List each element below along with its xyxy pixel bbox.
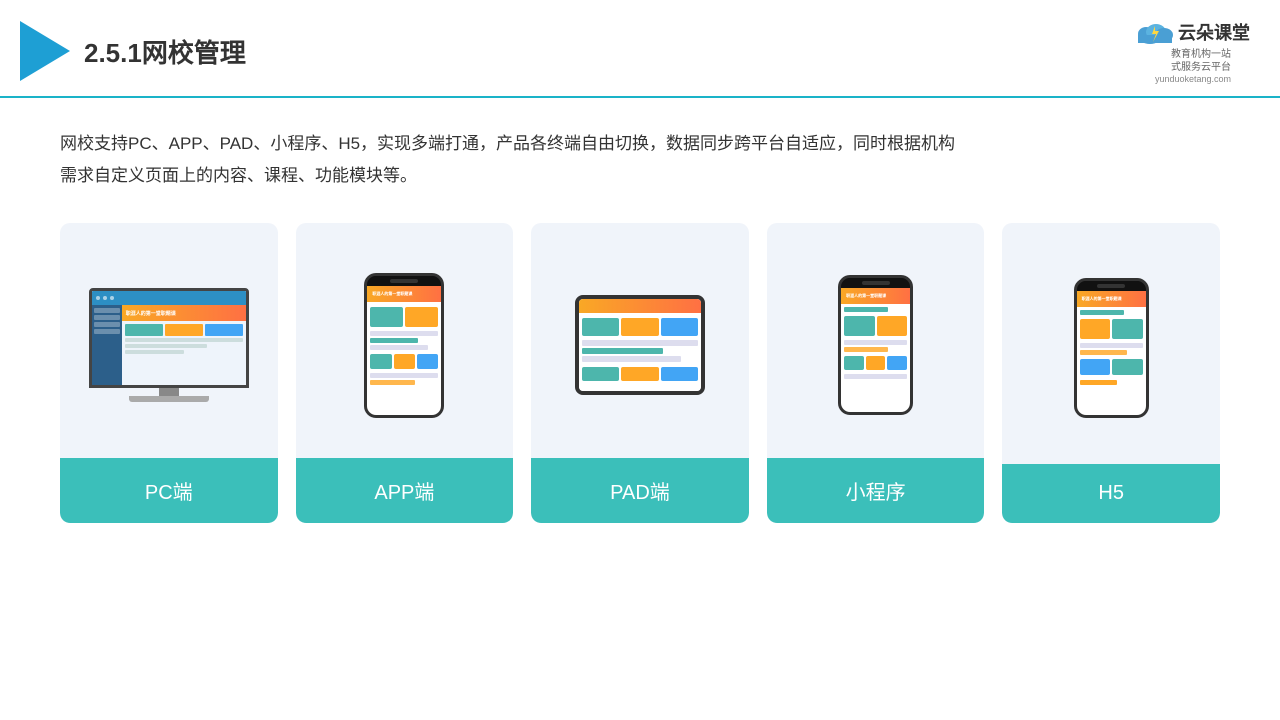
device-phone-app: 职涯人的第一堂职题课 xyxy=(364,273,444,418)
brand-logo-icon: 云朵课堂 xyxy=(1136,18,1250,46)
cloud-icon xyxy=(1136,18,1174,46)
card-h5-label: H5 xyxy=(1002,464,1220,523)
description-text: 网校支持PC、APP、PAD、小程序、H5，实现多端打通，产品各终端自由切换，数… xyxy=(60,128,1220,193)
phone-frame-mini: 职涯人的第一堂职题课 xyxy=(838,275,913,415)
header: 2.5.1网校管理 云朵课堂 教育机构一站 式服务云平台 yunduoketan xyxy=(0,0,1280,98)
device-pc: 职涯人的第一堂职题课 xyxy=(89,288,249,402)
card-pc-label: PC端 xyxy=(60,458,278,523)
pad-frame xyxy=(575,295,705,395)
main-content: 网校支持PC、APP、PAD、小程序、H5，实现多端打通，产品各终端自由切换，数… xyxy=(0,98,1280,543)
card-pc-image: 职涯人的第一堂职题课 xyxy=(60,223,278,458)
brand-logo: 云朵课堂 教育机构一站 式服务云平台 yunduoketang.com xyxy=(1136,18,1250,84)
header-left: 2.5.1网校管理 xyxy=(20,21,246,81)
card-miniprogram-label: 小程序 xyxy=(767,458,985,523)
device-phone-mini: 职涯人的第一堂职题课 xyxy=(838,275,913,415)
header-right: 云朵课堂 教育机构一站 式服务云平台 yunduoketang.com xyxy=(1136,18,1250,84)
card-miniprogram-image: 职涯人的第一堂职题课 xyxy=(767,223,985,458)
card-pc: 职涯人的第一堂职题课 xyxy=(60,223,278,523)
brand-name: 云朵课堂 xyxy=(1178,19,1250,45)
card-pad: PAD端 xyxy=(531,223,749,523)
card-app: 职涯人的第一堂职题课 xyxy=(296,223,514,523)
page-title: 2.5.1网校管理 xyxy=(84,33,246,70)
card-pad-image xyxy=(531,223,749,458)
card-h5: 职涯人的第一堂职题课 xyxy=(1002,223,1220,523)
phone-frame-app: 职涯人的第一堂职题课 xyxy=(364,273,444,418)
brand-url: yunduoketang.com xyxy=(1155,74,1231,84)
logo-triangle-icon xyxy=(20,21,70,81)
card-pad-label: PAD端 xyxy=(531,458,749,523)
cards-container: 职涯人的第一堂职题课 xyxy=(60,223,1220,523)
card-app-image: 职涯人的第一堂职题课 xyxy=(296,223,514,458)
device-phone-h5: 职涯人的第一堂职题课 xyxy=(1074,278,1149,418)
card-miniprogram: 职涯人的第一堂职题课 xyxy=(767,223,985,523)
pc-screen: 职涯人的第一堂职题课 xyxy=(89,288,249,388)
card-h5-image: 职涯人的第一堂职题课 xyxy=(1002,223,1220,464)
phone-frame-h5: 职涯人的第一堂职题课 xyxy=(1074,278,1149,418)
device-pad xyxy=(575,295,705,395)
card-app-label: APP端 xyxy=(296,458,514,523)
brand-tagline: 教育机构一站 式服务云平台 xyxy=(1171,48,1231,74)
